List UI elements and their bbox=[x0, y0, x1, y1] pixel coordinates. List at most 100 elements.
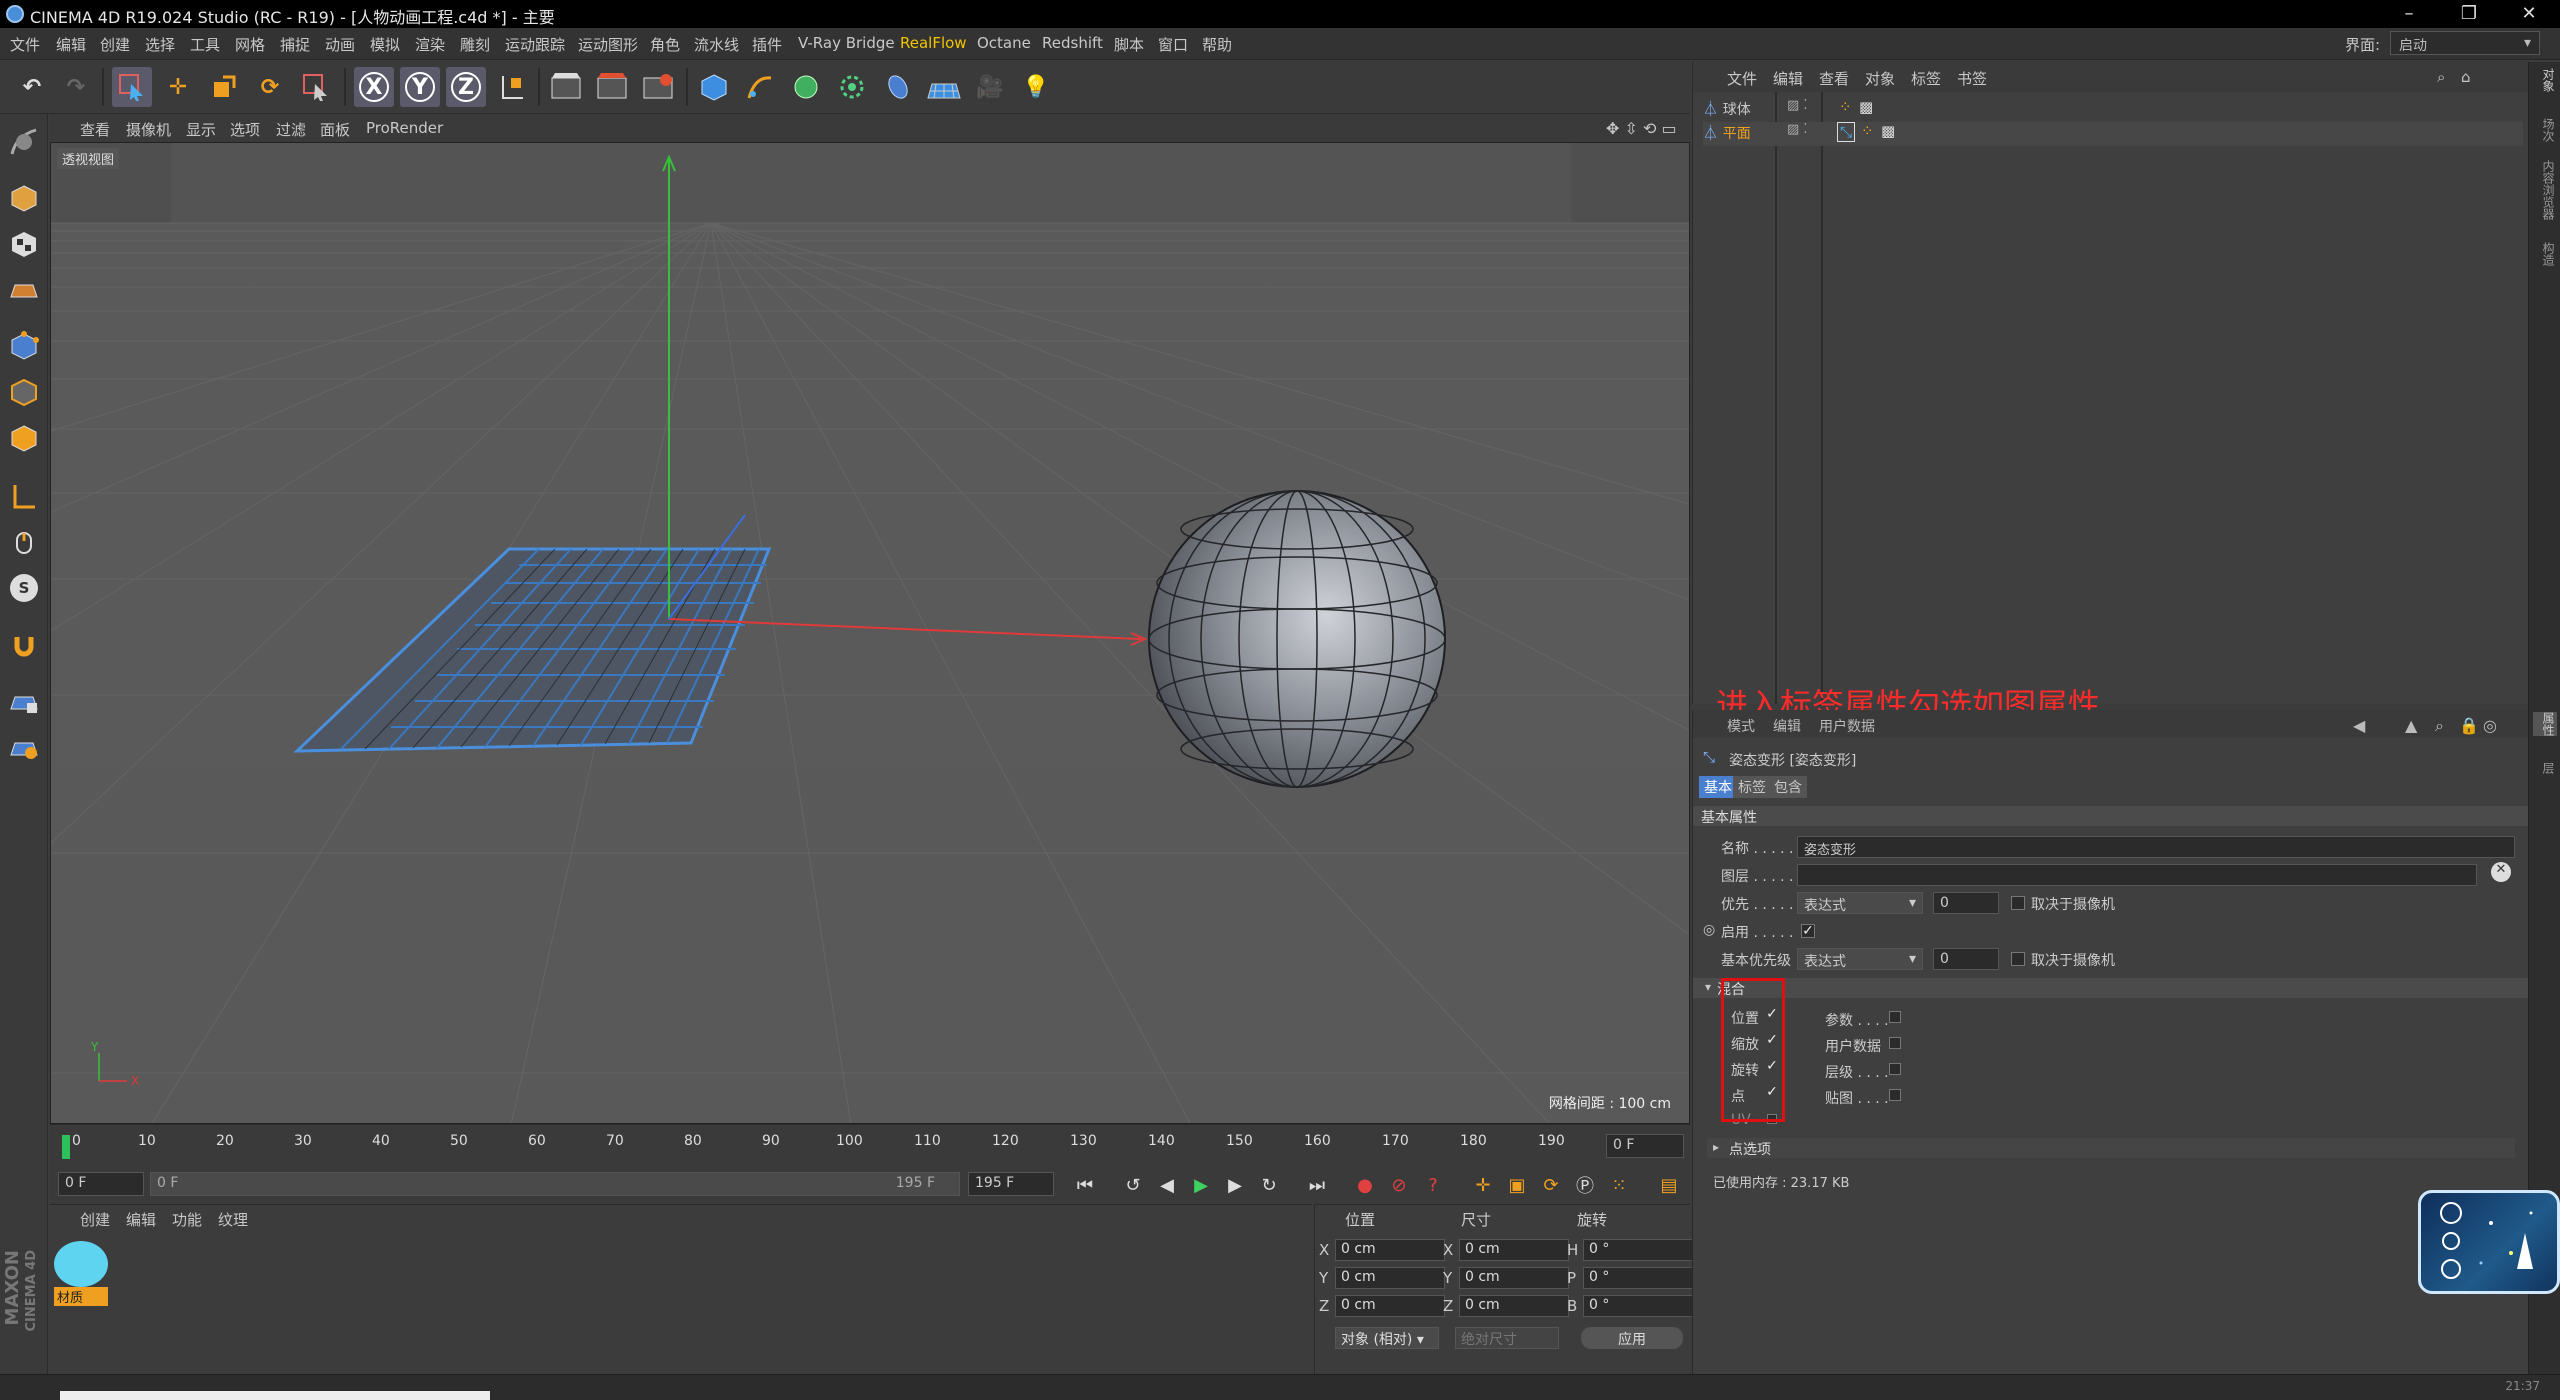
mat-menu-edit[interactable]: 编辑 bbox=[126, 1209, 156, 1230]
frame-range-slider[interactable]: 0 F 195 F bbox=[150, 1172, 960, 1196]
workplane-snap-icon[interactable] bbox=[4, 728, 44, 768]
visibility-toggle[interactable]: ▨ ⁚ bbox=[1787, 98, 1808, 113]
pen-spline-icon[interactable] bbox=[740, 67, 780, 107]
record-keys-icon[interactable]: ● bbox=[1350, 1170, 1380, 1200]
priority-select[interactable]: 表达式 ▾ bbox=[1797, 892, 1923, 914]
position-y-field[interactable]: 0 cm bbox=[1335, 1267, 1445, 1289]
undo-icon[interactable]: ↶ bbox=[12, 67, 52, 107]
cloner-icon[interactable] bbox=[832, 67, 872, 107]
menu-create[interactable]: 创建 bbox=[100, 34, 130, 55]
name-field[interactable]: 姿态变形 bbox=[1797, 836, 2515, 858]
timeline-ruler[interactable]: 0 10 20 30 40 50 60 70 80 90 100 110 120… bbox=[50, 1124, 1690, 1164]
workplane-icon[interactable] bbox=[4, 270, 44, 310]
menu-window[interactable]: 窗口 bbox=[1158, 34, 1188, 55]
vp-menu-panel[interactable]: 面板 bbox=[320, 119, 350, 140]
rotate-icon[interactable]: ⟳ bbox=[250, 67, 290, 107]
z-axis-lock[interactable]: Z bbox=[446, 67, 486, 107]
menu-tools[interactable]: 工具 bbox=[190, 34, 220, 55]
collapse-triangle-icon[interactable]: ▾ bbox=[1705, 980, 1711, 994]
pose-morph-tag-icon[interactable]: ⁘ bbox=[1861, 122, 1874, 140]
animate-radio-icon[interactable]: ◎ bbox=[1703, 922, 1715, 938]
menu-script[interactable]: 脚本 bbox=[1114, 34, 1144, 55]
menu-mesh[interactable]: 网格 bbox=[235, 34, 265, 55]
up-arrow-icon[interactable]: ▲ bbox=[2405, 716, 2417, 735]
next-key-icon[interactable]: ↻ bbox=[1254, 1170, 1284, 1200]
expand-triangle-icon[interactable]: ▸ bbox=[1713, 1140, 1719, 1154]
menu-vray-bridge[interactable]: V-Ray Bridge bbox=[798, 34, 895, 52]
tab-basic[interactable]: 基本 bbox=[1699, 776, 1737, 798]
object-row-sphere[interactable]: ⏃ 球体 ▨ ⁚ ⁘ ▩ bbox=[1703, 98, 2523, 122]
workplane-lock-icon[interactable] bbox=[4, 682, 44, 722]
key-scale-icon[interactable]: ▣ bbox=[1502, 1170, 1532, 1200]
go-to-end-icon[interactable]: ⏭ bbox=[1302, 1170, 1332, 1200]
render-to-picture-viewer-icon[interactable] bbox=[592, 67, 632, 107]
menu-plugins[interactable]: 插件 bbox=[752, 34, 782, 55]
menu-character[interactable]: 角色 bbox=[650, 34, 680, 55]
obj-menu-file[interactable]: 文件 bbox=[1727, 68, 1757, 89]
light-icon[interactable]: 💡 bbox=[1016, 67, 1056, 107]
go-to-start-icon[interactable]: ⏮ bbox=[1070, 1170, 1100, 1200]
obj-menu-view[interactable]: 查看 bbox=[1819, 68, 1849, 89]
key-rotation-icon[interactable]: ⟳ bbox=[1536, 1170, 1566, 1200]
menu-simulate[interactable]: 模拟 bbox=[370, 34, 400, 55]
material-tag-icon[interactable]: ▩ bbox=[1881, 122, 1895, 140]
side-tab-takes[interactable]: 场次 bbox=[2533, 118, 2557, 142]
vp-menu-options[interactable]: 选项 bbox=[230, 119, 260, 140]
attr-menu-mode[interactable]: 模式 bbox=[1727, 716, 1755, 736]
axis-mode-icon[interactable] bbox=[4, 476, 44, 516]
back-arrow-icon[interactable]: ◀ bbox=[2353, 716, 2365, 735]
cube-icon[interactable] bbox=[694, 67, 734, 107]
material-tag-icon[interactable]: ▩ bbox=[1859, 98, 1873, 116]
base-priority-number-field[interactable]: 0 bbox=[1933, 948, 1999, 970]
minimize-button[interactable]: – bbox=[2386, 0, 2432, 28]
layer-clear-icon[interactable]: ✕ bbox=[2491, 862, 2511, 882]
mat-menu-texture[interactable]: 纹理 bbox=[218, 1209, 248, 1230]
make-editable-icon[interactable] bbox=[4, 122, 44, 162]
vp-menu-cameras[interactable]: 摄像机 bbox=[126, 119, 171, 140]
camera-dependent-checkbox[interactable] bbox=[2011, 896, 2025, 910]
vp-menu-view[interactable]: 查看 bbox=[80, 119, 110, 140]
timeline-window-icon[interactable]: ▤ bbox=[1654, 1170, 1684, 1200]
base-priority-select[interactable]: 表达式 ▾ bbox=[1797, 948, 1923, 970]
menu-pipeline[interactable]: 流水线 bbox=[694, 34, 739, 55]
position-x-field[interactable]: 0 cm bbox=[1335, 1239, 1445, 1261]
scale-icon[interactable] bbox=[204, 67, 244, 107]
tweak-mode-icon[interactable] bbox=[4, 522, 44, 562]
enable-checkbox[interactable]: ✓ bbox=[1801, 924, 1815, 938]
menu-motion-tracking[interactable]: 运动跟踪 bbox=[505, 34, 565, 55]
lock-icon[interactable]: 🔒 bbox=[2459, 716, 2479, 735]
rotation-p-field[interactable]: 0 ° bbox=[1583, 1267, 1693, 1289]
tab-tag[interactable]: 标签 bbox=[1733, 776, 1771, 798]
deformer-icon[interactable] bbox=[878, 67, 918, 107]
floating-widget[interactable] bbox=[2418, 1190, 2560, 1294]
redo-icon[interactable]: ↷ bbox=[56, 67, 96, 107]
menu-redshift[interactable]: Redshift bbox=[1042, 34, 1103, 52]
vp-menu-display[interactable]: 显示 bbox=[186, 119, 216, 140]
end-frame-field[interactable]: 195 F bbox=[968, 1172, 1054, 1196]
menu-file[interactable]: 文件 bbox=[10, 34, 40, 55]
recent-tool-icon[interactable] bbox=[296, 67, 336, 107]
sphere-object[interactable] bbox=[1148, 490, 1446, 788]
search-icon[interactable]: ⌕ bbox=[2435, 716, 2444, 736]
layout-select[interactable]: 启动 ▾ bbox=[2390, 31, 2540, 55]
coordinate-system-icon[interactable] bbox=[492, 67, 532, 107]
magnet-icon[interactable] bbox=[4, 626, 44, 666]
menu-edit[interactable]: 编辑 bbox=[56, 34, 86, 55]
menu-mograph[interactable]: 运动图形 bbox=[578, 34, 638, 55]
vp-menu-prorender[interactable]: ProRender bbox=[366, 119, 443, 137]
render-settings-icon[interactable] bbox=[638, 67, 678, 107]
side-tab-attributes[interactable]: 属性 bbox=[2533, 712, 2557, 736]
playhead[interactable] bbox=[62, 1135, 70, 1159]
visibility-toggle[interactable]: ▨ ⁚ bbox=[1787, 122, 1808, 137]
side-tab-content-browser[interactable]: 内容浏览器 bbox=[2533, 160, 2557, 220]
menu-octane[interactable]: Octane bbox=[977, 34, 1031, 52]
auto-key-icon[interactable]: ⊘ bbox=[1384, 1170, 1414, 1200]
start-frame-field[interactable]: 0 F bbox=[58, 1172, 144, 1196]
key-parameter-icon[interactable]: Ⓟ bbox=[1570, 1170, 1600, 1200]
obj-menu-objects[interactable]: 对象 bbox=[1865, 68, 1895, 89]
x-axis-lock[interactable]: X bbox=[354, 67, 394, 107]
object-row-plane[interactable]: ⏃ 平面 ▨ ⁚ ⤡ ⁘ ▩ bbox=[1703, 122, 2523, 146]
coord-mode-select[interactable]: 对象 (相对) ▾ bbox=[1335, 1327, 1439, 1349]
material-swatch[interactable]: 材质 bbox=[52, 1241, 110, 1306]
base-camera-dependent-checkbox[interactable] bbox=[2011, 952, 2025, 966]
